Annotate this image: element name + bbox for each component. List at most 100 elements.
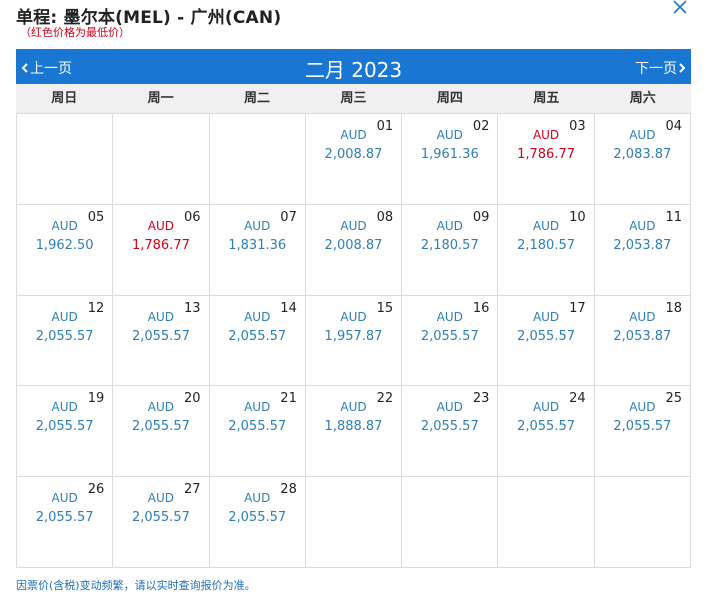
calendar-day-cell[interactable]: 26 AUD 2,055.57 [17, 477, 114, 568]
calendar-day-cell[interactable]: 02 AUD 1,961.36 [402, 114, 499, 205]
calendar-day-cell[interactable]: 20 AUD 2,055.57 [113, 386, 210, 478]
currency-label: AUD [147, 400, 175, 415]
next-page-button[interactable]: 下一页 [635, 58, 687, 78]
calendar-day-cell[interactable]: 04 AUD 2,083.87 [594, 114, 691, 205]
fare-price: 2,055.57 [613, 419, 672, 435]
calendar-day-cell[interactable]: 28 AUD 2,055.57 [209, 477, 306, 568]
weekday-thu: 周四 [436, 91, 463, 106]
calendar-grid: 01 AUD 2,008.87 02 AUD 1,961.36 03 AUD 1,786.77 0… [16, 113, 691, 568]
calendar-day-cell[interactable]: 21 AUD 2,055.57 [209, 386, 306, 478]
weekday-fri: 周五 [533, 91, 560, 106]
currency-label: AUD [340, 309, 367, 324]
calendar-day-cell[interactable]: 15 AUD 1,957.87 [305, 295, 403, 387]
calendar-day-cell[interactable]: 12 AUD 2,055.57 [17, 295, 114, 387]
currency-label: AUD [629, 128, 656, 142]
weekday-mon: 周一 [147, 91, 174, 106]
currency-label: AUD [340, 400, 367, 415]
fare-price: 2,053.87 [613, 237, 672, 253]
calendar-day-cell[interactable]: 06 AUD 1,786.77 [113, 204, 210, 296]
fare-price: 2,055.57 [420, 328, 479, 344]
fare-price: 2,180.57 [517, 237, 575, 253]
month-title: 二月 2023 [304, 58, 403, 82]
calendar-empty-cell [17, 114, 114, 205]
currency-label: AUD [244, 491, 271, 506]
fare-price: 2,055.57 [131, 328, 190, 344]
calendar-header: 上一页 二月 2023 下一页 [16, 49, 691, 84]
calendar-day-cell[interactable]: 22 AUD 1,888.87 [305, 386, 403, 478]
calendar-day-cell[interactable]: 03 AUD 1,786.77 [498, 114, 595, 205]
currency-label: AUD [244, 400, 271, 415]
currency-label: AUD [532, 309, 560, 324]
calendar-day-cell[interactable]: 07 AUD 1,831.36 [209, 204, 306, 296]
calendar-day-cell[interactable]: 25 AUD 2,055.57 [594, 386, 691, 478]
fare-price: 2,055.57 [228, 419, 287, 435]
fare-price: 2,055.57 [131, 419, 190, 435]
fare-price: 2,008.87 [324, 147, 383, 162]
currency-label: AUD [629, 400, 656, 415]
currency-label: AUD [244, 309, 271, 324]
calendar-day-cell[interactable]: 17 AUD 2,055.57 [498, 295, 595, 387]
calendar-empty-cell [594, 477, 691, 568]
currency-label: AUD [629, 309, 656, 324]
calendar-day-cell[interactable]: 19 AUD 2,055.57 [17, 386, 114, 478]
currency-label: AUD [147, 491, 175, 506]
calendar-empty-cell [113, 114, 210, 205]
currency-label: AUD [51, 309, 78, 324]
calendar-day-cell[interactable]: 18 AUD 2,053.87 [594, 295, 691, 387]
weekday-sat: 周六 [629, 91, 656, 106]
fare-price: 2,055.57 [35, 510, 94, 526]
currency-label: AUD [51, 218, 78, 233]
chevron-right-icon [679, 63, 686, 73]
currency-label: AUD [51, 491, 78, 506]
calendar-day-cell[interactable]: 10 AUD 2,180.57 [498, 204, 595, 296]
fare-price: 2,180.57 [420, 237, 479, 253]
fare-price: 2,083.87 [613, 147, 672, 162]
currency-label: AUD [340, 218, 367, 233]
calendar-empty-cell [498, 477, 595, 568]
currency-label: AUD [436, 309, 463, 324]
calendar-day-cell[interactable]: 14 AUD 2,055.57 [209, 295, 306, 387]
close-button[interactable] [671, 0, 689, 16]
calendar-day-cell[interactable]: 09 AUD 2,180.57 [402, 204, 499, 296]
currency-label: AUD [147, 218, 175, 233]
fare-price: 1,957.87 [324, 328, 383, 344]
fare-price: 1,962.50 [35, 237, 94, 253]
fare-price: 1,888.87 [324, 419, 383, 435]
next-page-label: 下一页 [635, 61, 677, 77]
calendar-day-cell[interactable]: 05 AUD 1,962.50 [17, 204, 114, 296]
calendar-day-cell[interactable]: 23 AUD 2,055.57 [402, 386, 499, 478]
lowest-fare-price: 1,786.77 [517, 147, 575, 162]
calendar-empty-cell [209, 114, 306, 205]
fare-price: 2,053.87 [613, 328, 672, 344]
fare-price: 2,055.57 [517, 419, 575, 435]
currency-label: AUD [436, 218, 463, 233]
currency-label: AUD [147, 309, 175, 324]
calendar-day-cell[interactable]: 27 AUD 2,055.57 [113, 477, 210, 568]
calendar-day-cell[interactable]: 24 AUD 2,055.57 [498, 386, 595, 478]
fare-price: 1,831.36 [228, 237, 287, 253]
calendar-day-cell[interactable]: 01 AUD 2,008.87 [305, 114, 403, 205]
weekday-tue: 周二 [244, 91, 271, 106]
currency-label: AUD [436, 128, 463, 142]
currency-label: AUD [629, 218, 656, 233]
fare-price: 2,055.57 [35, 328, 94, 344]
lowest-price-note: （红色价格为最低价） [20, 26, 130, 39]
price-disclaimer: 因票价(含税)变动频繁，请以实时查询报价为准。 [16, 579, 256, 592]
lowest-fare-price: 1,786.77 [131, 237, 190, 253]
fare-price: 2,055.57 [517, 328, 575, 344]
fare-price: 2,008.87 [324, 237, 383, 253]
fare-price: 2,055.57 [228, 510, 287, 526]
calendar-empty-cell [402, 477, 499, 568]
calendar-day-cell[interactable]: 16 AUD 2,055.57 [402, 295, 499, 387]
weekday-sun: 周日 [51, 91, 78, 106]
fare-price: 1,961.36 [420, 147, 479, 162]
fare-price: 2,055.57 [131, 510, 190, 526]
weekday-wed: 周三 [340, 91, 367, 106]
calendar-day-cell[interactable]: 08 AUD 2,008.87 [305, 204, 403, 296]
fare-price: 2,055.57 [228, 328, 287, 344]
currency-label: AUD [436, 400, 463, 415]
currency-label: AUD [244, 218, 271, 233]
calendar-day-cell[interactable]: 11 AUD 2,053.87 [594, 204, 691, 296]
weekday-header-row: 周日 周一 周二 周三 周四 周五 周六 [16, 84, 691, 113]
calendar-day-cell[interactable]: 13 AUD 2,055.57 [113, 295, 210, 387]
